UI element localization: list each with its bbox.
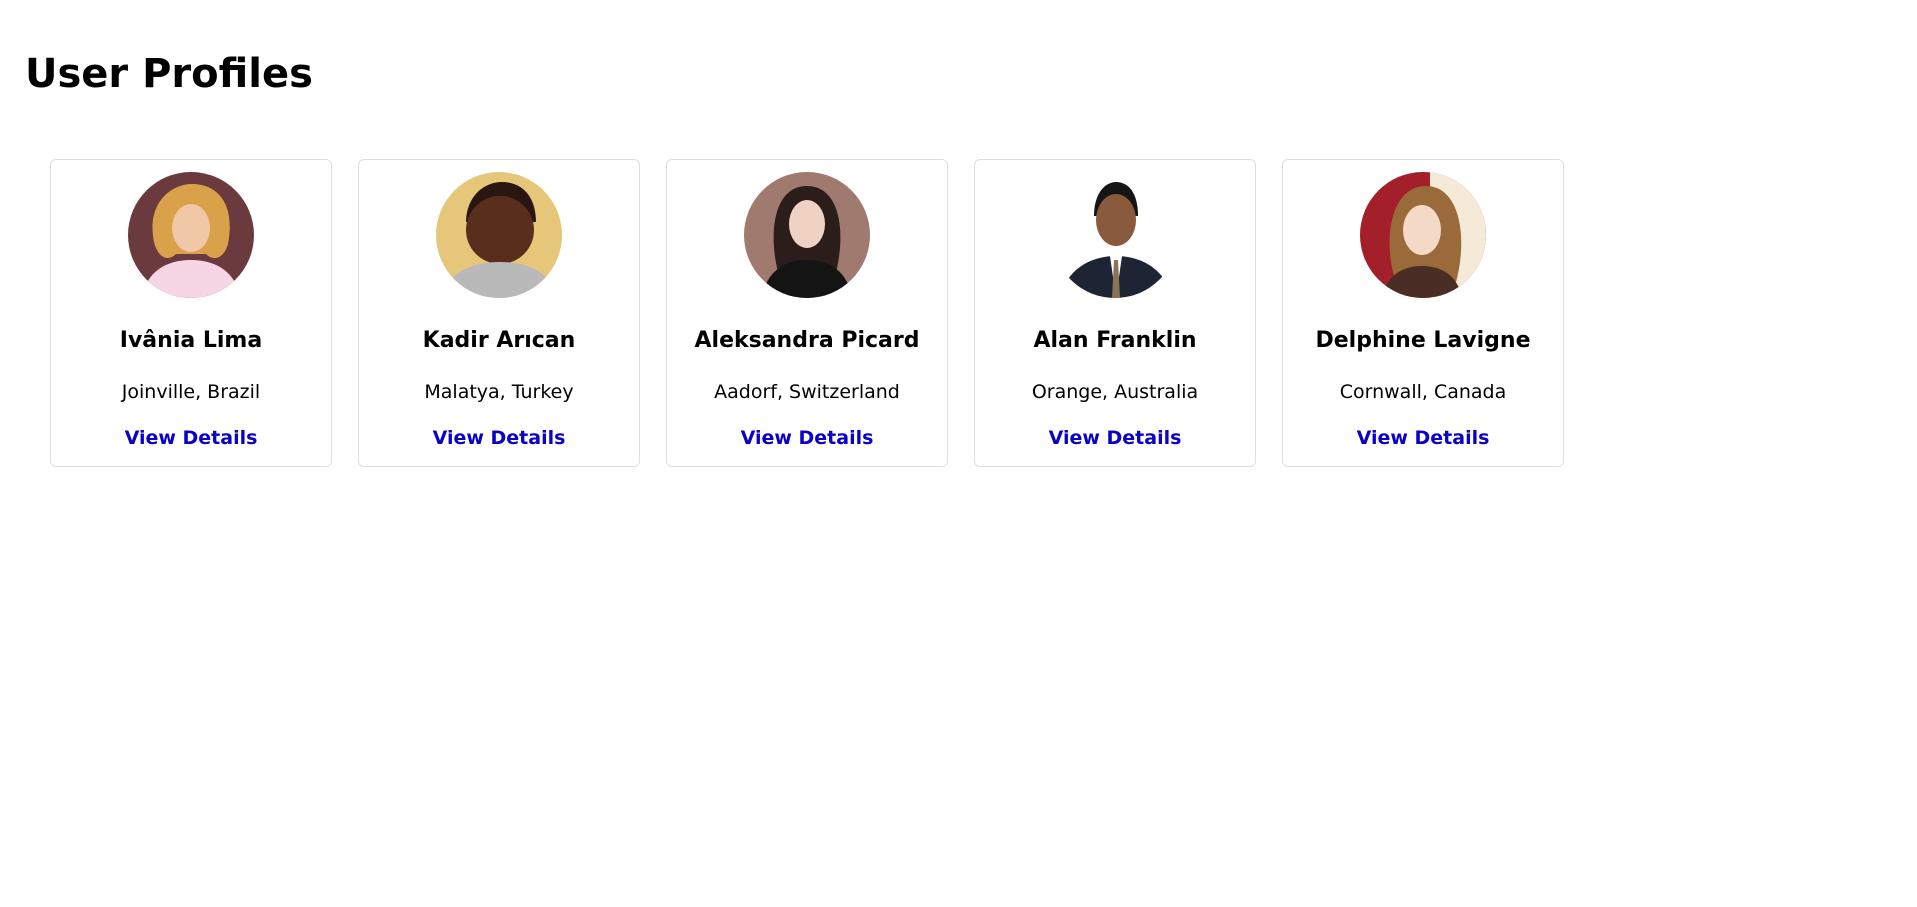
avatar — [128, 172, 254, 298]
profile-card: Aleksandra Picard Aadorf, Switzerland Vi… — [666, 159, 948, 467]
profile-location: Malatya, Turkey — [424, 381, 574, 403]
photo-face — [172, 204, 210, 252]
profile-card: Alan Franklin Orange, Australia View Det… — [974, 159, 1256, 467]
view-details-link[interactable]: View Details — [1357, 427, 1490, 449]
photo-face — [1403, 205, 1441, 255]
profile-name: Delphine Lavigne — [1315, 328, 1531, 353]
profile-location: Orange, Australia — [1031, 381, 1199, 403]
profile-location: Aadorf, Switzerland — [714, 381, 900, 403]
profile-card: Kadir Arıcan Malatya, Turkey View Detail… — [358, 159, 640, 467]
page-title: User Profiles — [25, 51, 313, 97]
profile-location: Cornwall, Canada — [1339, 381, 1507, 403]
profile-name: Alan Franklin — [1033, 328, 1197, 353]
avatar — [1052, 172, 1178, 298]
avatar — [436, 172, 562, 298]
profile-location: Joinville, Brazil — [121, 381, 261, 403]
view-details-link[interactable]: View Details — [125, 427, 258, 449]
profile-photo — [1360, 172, 1486, 298]
view-details-link[interactable]: View Details — [1049, 427, 1182, 449]
profile-photo — [128, 172, 254, 298]
view-details-link[interactable]: View Details — [741, 427, 874, 449]
profile-card: Ivânia Lima Joinville, Brazil View Detai… — [50, 159, 332, 467]
profile-card-list: Ivânia Lima Joinville, Brazil View Detai… — [50, 159, 1564, 467]
profile-photo — [1052, 172, 1178, 298]
photo-face — [789, 200, 825, 248]
page: User Profiles Ivânia Lima Joinville, Bra… — [0, 0, 1917, 907]
avatar — [744, 172, 870, 298]
profile-name: Kadir Arıcan — [422, 328, 576, 353]
profile-photo — [744, 172, 870, 298]
avatar — [1360, 172, 1486, 298]
photo-face — [1096, 194, 1136, 246]
profile-name: Aleksandra Picard — [694, 328, 920, 353]
photo-face — [466, 196, 534, 264]
profile-card: Delphine Lavigne Cornwall, Canada View D… — [1282, 159, 1564, 467]
view-details-link[interactable]: View Details — [433, 427, 566, 449]
profile-name: Ivânia Lima — [119, 328, 263, 353]
profile-photo — [436, 172, 562, 298]
